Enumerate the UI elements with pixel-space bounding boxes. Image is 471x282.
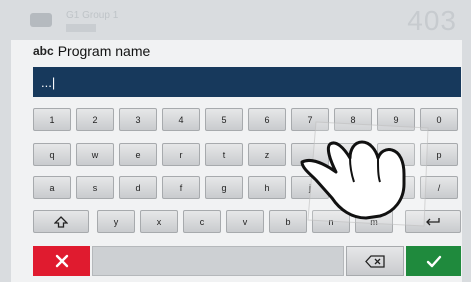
key-p[interactable]: p: [420, 143, 458, 166]
key-hidden-7[interactable]: [334, 176, 372, 199]
key-hidden-8[interactable]: [377, 176, 415, 199]
key-9[interactable]: 9: [377, 108, 415, 131]
key-c[interactable]: c: [183, 210, 221, 233]
key-m[interactable]: m: [355, 210, 393, 233]
key-5[interactable]: 5: [205, 108, 243, 131]
background-header: G1 Group 1 403: [0, 0, 471, 40]
key-d[interactable]: d: [119, 176, 157, 199]
program-name-input[interactable]: ...|: [33, 67, 461, 97]
shift-key[interactable]: [33, 210, 89, 233]
space-bar[interactable]: [92, 246, 344, 276]
key-g[interactable]: g: [205, 176, 243, 199]
key-/[interactable]: /: [420, 176, 458, 199]
key-z[interactable]: z: [248, 143, 286, 166]
key-w[interactable]: w: [76, 143, 114, 166]
dialog-title: Program name: [57, 43, 151, 59]
key-7[interactable]: 7: [291, 108, 329, 131]
key-j[interactable]: j: [291, 176, 329, 199]
key-y[interactable]: y: [97, 210, 135, 233]
key-e[interactable]: e: [119, 143, 157, 166]
backspace-button[interactable]: [346, 246, 404, 276]
cancel-button[interactable]: [33, 246, 90, 276]
key-s[interactable]: s: [76, 176, 114, 199]
background-right-strip: [462, 40, 471, 282]
key-q[interactable]: q: [33, 143, 71, 166]
key-t[interactable]: t: [205, 143, 243, 166]
key-f[interactable]: f: [162, 176, 200, 199]
key-1[interactable]: 1: [33, 108, 71, 131]
shift-arrow-icon: [54, 215, 68, 228]
background-group-sub: [66, 24, 96, 32]
background-group-icon: [30, 13, 52, 27]
background-group-label: G1 Group 1: [66, 10, 119, 21]
x-mark-icon: [55, 254, 68, 268]
key-b[interactable]: b: [269, 210, 307, 233]
key-hidden-7[interactable]: [334, 143, 372, 166]
key-a[interactable]: a: [33, 176, 71, 199]
key-0[interactable]: 0: [420, 108, 458, 131]
background-program-number: 403: [407, 5, 457, 36]
key-h[interactable]: h: [248, 176, 286, 199]
check-mark-icon: [426, 255, 441, 267]
key-2[interactable]: 2: [76, 108, 114, 131]
key-r[interactable]: r: [162, 143, 200, 166]
key-hidden-6[interactable]: [291, 143, 329, 166]
key-o[interactable]: o: [377, 143, 415, 166]
key-3[interactable]: 3: [119, 108, 157, 131]
background-left-strip: [0, 40, 11, 282]
dialog-title-row: abc Program name: [33, 40, 150, 62]
key-4[interactable]: 4: [162, 108, 200, 131]
key-x[interactable]: x: [140, 210, 178, 233]
backspace-icon: [365, 254, 385, 268]
title-prefix: abc: [33, 44, 54, 58]
key-n[interactable]: n: [312, 210, 350, 233]
confirm-button[interactable]: [406, 246, 461, 276]
enter-key[interactable]: [405, 210, 461, 233]
key-v[interactable]: v: [226, 210, 264, 233]
key-6[interactable]: 6: [248, 108, 286, 131]
key-8[interactable]: 8: [334, 108, 372, 131]
enter-arrow-icon: [426, 217, 440, 225]
